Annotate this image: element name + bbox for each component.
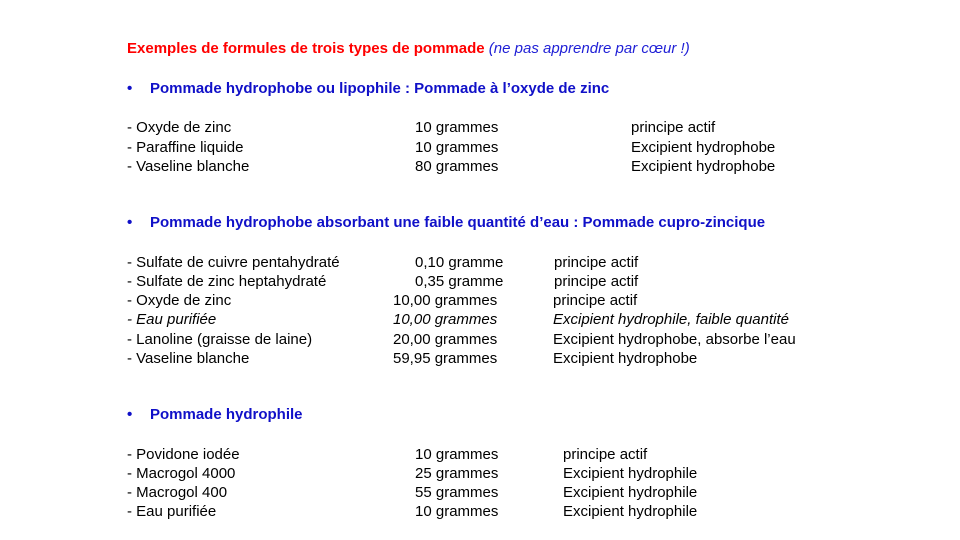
role-cell: principe actif [554,254,639,271]
ingredient-cell: - Oxyde de zinc [127,119,232,136]
quantity-cell: 25 grammes [415,465,499,482]
table-row: - Eau purifiée 10,00 grammes Excipient h… [127,310,927,329]
ingredient-cell: - Eau purifiée [127,311,217,328]
role-cell: principe actif [553,292,638,309]
role-cell: Excipient hydrophile [563,484,698,501]
page-title: Exemples de formules de trois types de p… [127,40,690,57]
ingredient-cell: - Eau purifiée [127,503,217,520]
ingredient-cell: - Vaseline blanche [127,158,250,175]
quantity-cell: 59,95 grammes [393,350,498,367]
ingredient-cell: - Sulfate de zinc heptahydraté [127,273,327,290]
role-cell: principe actif [554,273,639,290]
bullet-icon: • [127,214,133,231]
table-row: - Vaseline blanche 80 grammes Excipient … [127,157,927,176]
ingredient-cell: - Sulfate de cuivre pentahydraté [127,254,340,271]
table-row: - Macrogol 400 55 grammes Excipient hydr… [127,483,927,502]
quantity-cell: 10,00 grammes [393,311,498,328]
quantity-cell: 10 grammes [415,119,499,136]
table-row: - Paraffine liquide 10 grammes Excipient… [127,138,927,157]
title-main: Exemples de formules de trois types de p… [127,40,485,57]
quantity-cell: 10 grammes [415,446,499,463]
section-heading-hydrophile: • Pommade hydrophile [127,406,303,423]
quantity-cell: 0,10 gramme [415,254,504,271]
section-heading-text: Pommade hydrophobe absorbant une faible … [150,214,766,231]
quantity-cell: 20,00 grammes [393,331,498,348]
table-row: - Macrogol 4000 25 grammes Excipient hyd… [127,464,927,483]
quantity-cell: 10 grammes [415,503,499,520]
role-cell: Excipient hydrophile [563,503,698,520]
ingredient-cell: - Macrogol 400 [127,484,228,501]
ingredient-cell: - Povidone iodée [127,446,240,463]
role-cell: Excipient hydrophile, faible quantité [553,311,789,328]
table-row: - Vaseline blanche 59,95 grammes Excipie… [127,349,927,368]
role-cell: Excipient hydrophobe [631,139,776,156]
quantity-cell: 10 grammes [415,139,499,156]
section-heading-text: Pommade hydrophobe ou lipophile : Pommad… [150,80,610,97]
quantity-cell: 55 grammes [415,484,499,501]
section-heading-text: Pommade hydrophile [150,406,303,423]
section-heading-cupro-zincique: • Pommade hydrophobe absorbant une faible… [127,214,765,231]
ingredient-cell: - Lanoline (graisse de laine) [127,331,313,348]
role-cell: principe actif [631,119,716,136]
bullet-icon: • [127,406,133,423]
role-cell: Excipient hydrophobe [631,158,776,175]
table-row: - Lanoline (graisse de laine) 20,00 gram… [127,330,927,349]
table-row: - Oxyde de zinc 10 grammes principe acti… [127,118,927,137]
ingredient-cell: - Macrogol 4000 [127,465,236,482]
table-row: - Oxyde de zinc 10,00 grammes principe a… [127,291,927,310]
title-note: (ne pas apprendre par cœur !) [488,40,690,57]
role-cell: Excipient hydrophile [563,465,698,482]
ingredient-cell: - Vaseline blanche [127,350,250,367]
table-row: - Sulfate de zinc heptahydraté 0,35 gram… [127,272,927,291]
role-cell: Excipient hydrophobe, absorbe l’eau [553,331,796,348]
quantity-cell: 80 grammes [415,158,499,175]
table-row: - Eau purifiée 10 grammes Excipient hydr… [127,502,927,521]
section-heading-lipophile: • Pommade hydrophobe ou lipophile : Pomma… [127,80,609,97]
role-cell: principe actif [563,446,648,463]
table-row: - Povidone iodée 10 grammes principe act… [127,445,927,464]
ingredient-cell: - Oxyde de zinc [127,292,232,309]
ingredient-cell: - Paraffine liquide [127,139,244,156]
role-cell: Excipient hydrophobe [553,350,698,367]
bullet-icon: • [127,80,133,97]
quantity-cell: 10,00 grammes [393,292,498,309]
table-row: - Sulfate de cuivre pentahydraté 0,10 gr… [127,253,927,272]
quantity-cell: 0,35 gramme [415,273,504,290]
